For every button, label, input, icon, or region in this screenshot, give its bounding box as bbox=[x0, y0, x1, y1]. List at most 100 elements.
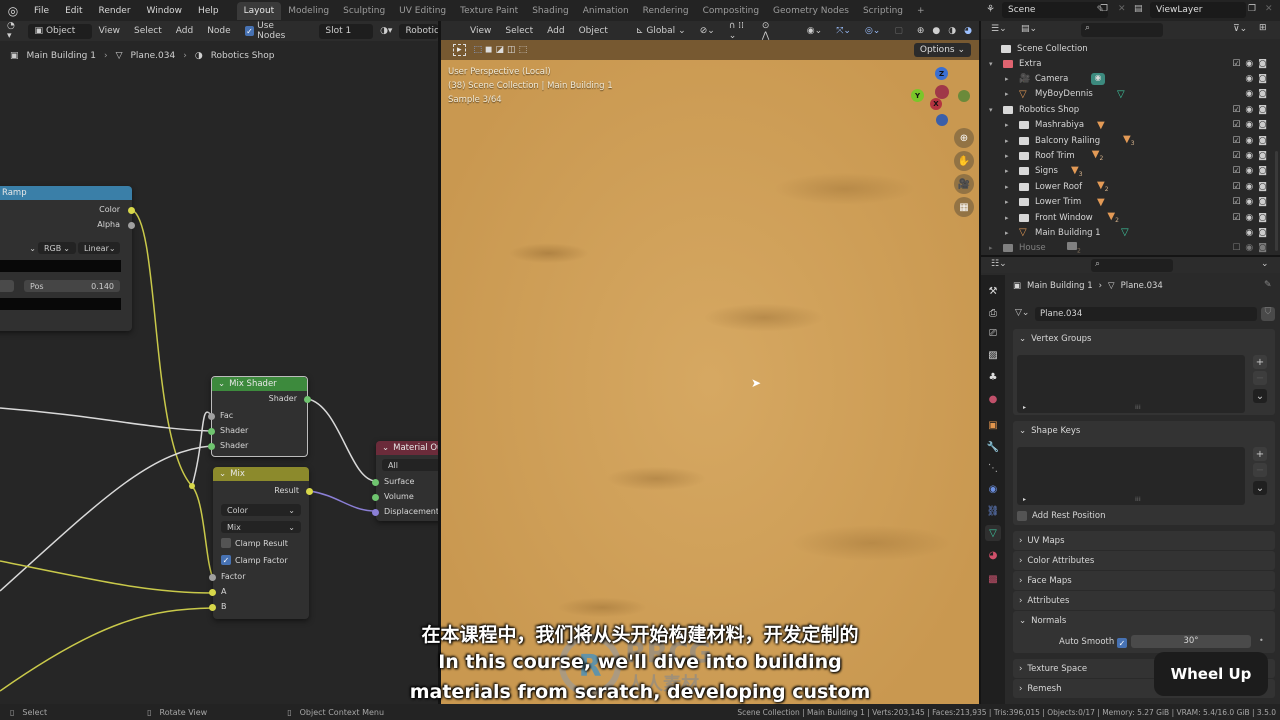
render-camera-icon[interactable]: ◙ bbox=[1258, 89, 1267, 99]
transform-orientation-dropdown[interactable]: ⊾ Global ⌄ bbox=[629, 26, 693, 36]
add-rest-position-toggle[interactable]: Add Rest Position bbox=[1017, 511, 1105, 521]
new-collection-icon[interactable]: ⊞ bbox=[1259, 23, 1267, 33]
eye-icon[interactable]: ◉ bbox=[1245, 74, 1253, 84]
axis-z[interactable]: Z bbox=[935, 67, 948, 80]
eye-icon[interactable]: ◉ bbox=[1245, 136, 1253, 146]
select-mode-extend-icon[interactable]: ◼ bbox=[485, 45, 492, 55]
editor-type-icon[interactable]: ☷⌄ bbox=[991, 259, 1007, 269]
shape-keys-list[interactable]: ▸ ⁞⁞⁞ bbox=[1017, 447, 1245, 505]
expand-arrow-icon[interactable]: ▸ bbox=[1005, 90, 1009, 98]
tab-shading[interactable]: Shading bbox=[525, 2, 576, 20]
a-input-socket[interactable] bbox=[209, 589, 216, 596]
outliner-row[interactable]: ▸ Balcony Railing ▼3 ☑ ◉ ◙ bbox=[981, 133, 1271, 148]
alpha-output-socket[interactable] bbox=[128, 222, 135, 229]
outliner-row[interactable]: ▸ ▽ MyBoyDennis ▽ ◉ ◙ bbox=[981, 87, 1271, 102]
mesh-data-icon[interactable]: ▽ bbox=[1121, 227, 1129, 238]
eye-icon[interactable]: ◉ bbox=[1245, 166, 1253, 176]
tab-constraints-icon[interactable]: ⛓ bbox=[985, 503, 1001, 519]
camera-view-icon[interactable]: 🎥 bbox=[954, 174, 974, 194]
select-mode-subtract-icon[interactable]: ◪ bbox=[496, 45, 505, 55]
mesh-name-field[interactable]: Plane.034 bbox=[1035, 307, 1257, 321]
tab-output-icon[interactable]: ⎚ bbox=[985, 325, 1001, 341]
render-camera-icon[interactable]: ◙ bbox=[1258, 243, 1267, 253]
tab-scene-icon[interactable]: ♣ bbox=[985, 369, 1001, 385]
render-camera-icon[interactable]: ◙ bbox=[1258, 105, 1267, 115]
axis-neg-z[interactable] bbox=[936, 114, 948, 126]
stop-color-swatch[interactable] bbox=[0, 298, 121, 310]
tab-modifiers-icon[interactable]: 🔧 bbox=[985, 439, 1001, 455]
expand-arrow-icon[interactable]: ▸ bbox=[989, 244, 993, 252]
tab-world-icon[interactable]: ● bbox=[985, 391, 1001, 407]
filter-icon[interactable]: ⊽⌄ bbox=[1233, 24, 1247, 34]
add-rest-position-checkbox[interactable] bbox=[1017, 511, 1027, 521]
tab-particles-icon[interactable]: ⋱ bbox=[985, 460, 1001, 476]
mix-node[interactable]: ⌄ Mix Result Color ⌄ Mix ⌄ Clamp Result ✓ Cl… bbox=[209, 467, 313, 619]
options-chevron-icon[interactable]: ⌄ bbox=[1261, 259, 1269, 269]
eye-icon[interactable]: ◉ bbox=[1245, 105, 1253, 115]
panel-uv-maps[interactable]: › UV Maps bbox=[1013, 531, 1275, 550]
mesh-browse-icon[interactable]: ▽⌄ bbox=[1015, 308, 1029, 318]
expand-arrow-icon[interactable]: ▸ bbox=[1005, 167, 1009, 175]
menu-edit[interactable]: Edit bbox=[57, 6, 90, 16]
mix-node-header[interactable]: ⌄ Mix bbox=[213, 467, 309, 481]
tab-tool-icon[interactable]: ⚒ bbox=[985, 283, 1001, 299]
eye-icon[interactable]: ◉ bbox=[1245, 182, 1253, 192]
add-vertex-group-button[interactable]: + bbox=[1253, 355, 1267, 369]
expand-arrow-icon[interactable]: ▸ bbox=[1005, 214, 1009, 222]
exclude-checkbox[interactable]: ☑ bbox=[1232, 59, 1240, 69]
tab-texture-icon[interactable]: ▩ bbox=[985, 571, 1001, 587]
outliner-search-input[interactable]: ⌕ bbox=[1081, 23, 1163, 37]
eye-icon[interactable]: ◉ bbox=[1245, 228, 1253, 238]
expand-arrow-icon[interactable]: ▸ bbox=[1005, 198, 1009, 206]
clamp-result-toggle[interactable]: Clamp Result bbox=[221, 538, 288, 548]
exclude-checkbox[interactable]: ☑ bbox=[1232, 151, 1240, 161]
render-camera-icon[interactable]: ◙ bbox=[1258, 182, 1267, 192]
render-camera-icon[interactable]: ◙ bbox=[1258, 228, 1267, 238]
b-input-socket[interactable] bbox=[209, 604, 216, 611]
select-tool-icon[interactable]: ▸ bbox=[453, 44, 466, 56]
color-ramp-node[interactable]: Ramp Color Alpha ⌄ RGB ⌄ Linear ⌄ Pos 0.140 bbox=[0, 186, 135, 331]
render-camera-icon[interactable]: ◙ bbox=[1258, 120, 1267, 130]
delete-view-layer-icon[interactable]: ✕ bbox=[1265, 4, 1273, 14]
outliner-scrollbar[interactable] bbox=[1275, 151, 1278, 251]
remove-shape-key-button[interactable]: − bbox=[1253, 463, 1267, 477]
gizmo-toggle-icon[interactable]: ⤧⌄ bbox=[829, 26, 858, 36]
resize-handle[interactable]: ⁞⁞⁞ bbox=[1135, 404, 1141, 411]
outliner-row[interactable]: ▸ Lower Roof ▼2 ☑ ◉ ◙ bbox=[981, 179, 1271, 194]
outliner-row[interactable]: ▾ Robotics Shop ☑ ◉ ◙ bbox=[981, 102, 1271, 117]
shader-node-editor[interactable]: ◔ ▾ ▣ Object View Select Add Node ✓ Use N… bbox=[0, 21, 446, 704]
zoom-icon[interactable]: ⊕ bbox=[954, 128, 974, 148]
mix-shader-node[interactable]: ⌄ Mix Shader Shader Fac Shader Shader bbox=[208, 376, 311, 457]
collapse-icon[interactable]: ⌄ bbox=[382, 443, 389, 453]
eye-icon[interactable]: ◉ bbox=[1245, 59, 1253, 69]
factor-input-socket[interactable] bbox=[209, 574, 216, 581]
options-dropdown[interactable]: Options ⌄ bbox=[913, 43, 971, 57]
tab-modeling[interactable]: Modeling bbox=[281, 2, 336, 20]
outliner[interactable]: ☰⌄ ▤⌄ ⌕ ⊽⌄ ⊞ Scene Collection ▾ Extra ☑ ◉ ◙ ▸… bbox=[981, 21, 1280, 255]
color-mode-dropdown[interactable]: RGB ⌄ bbox=[38, 242, 76, 254]
color-ramp-gradient[interactable] bbox=[0, 260, 121, 272]
panel-attributes[interactable]: › Attributes bbox=[1013, 591, 1275, 610]
shader-output-socket[interactable] bbox=[304, 396, 311, 403]
tab-view-layer-icon[interactable]: ▨ bbox=[985, 347, 1001, 363]
proportional-edit-icon[interactable]: ⊙ ⋀ bbox=[755, 21, 784, 41]
fake-user-shield-icon[interactable]: ⛉ bbox=[1261, 307, 1275, 321]
data-type-dropdown[interactable]: Color ⌄ bbox=[221, 504, 301, 516]
surface-input-socket[interactable] bbox=[372, 479, 379, 486]
axis-neg-y[interactable] bbox=[958, 90, 970, 102]
clamp-factor-toggle[interactable]: ✓ Clamp Factor bbox=[221, 555, 288, 565]
snap-icon[interactable]: ∩ ⁞⁞⌄ bbox=[722, 21, 755, 41]
blend-mode-dropdown[interactable]: Mix ⌄ bbox=[221, 521, 301, 533]
properties-search-input[interactable]: ⌕ bbox=[1091, 259, 1173, 272]
pos-field[interactable]: Pos 0.140 bbox=[24, 280, 120, 292]
eye-icon[interactable]: ◉ bbox=[1245, 151, 1253, 161]
outliner-row[interactable]: ▸ Roof Trim ▼2 ☑ ◉ ◙ bbox=[981, 148, 1271, 163]
tab-sculpting[interactable]: Sculpting bbox=[336, 2, 392, 20]
color-output-socket[interactable] bbox=[128, 207, 135, 214]
result-output-socket[interactable] bbox=[306, 488, 313, 495]
tab-rendering[interactable]: Rendering bbox=[636, 2, 696, 20]
expand-arrow-icon[interactable]: ▸ bbox=[1005, 229, 1009, 237]
tab-data-icon[interactable]: ▽ bbox=[985, 525, 1001, 541]
render-camera-icon[interactable]: ◙ bbox=[1258, 59, 1267, 69]
eye-icon[interactable]: ◉ bbox=[1245, 213, 1253, 223]
